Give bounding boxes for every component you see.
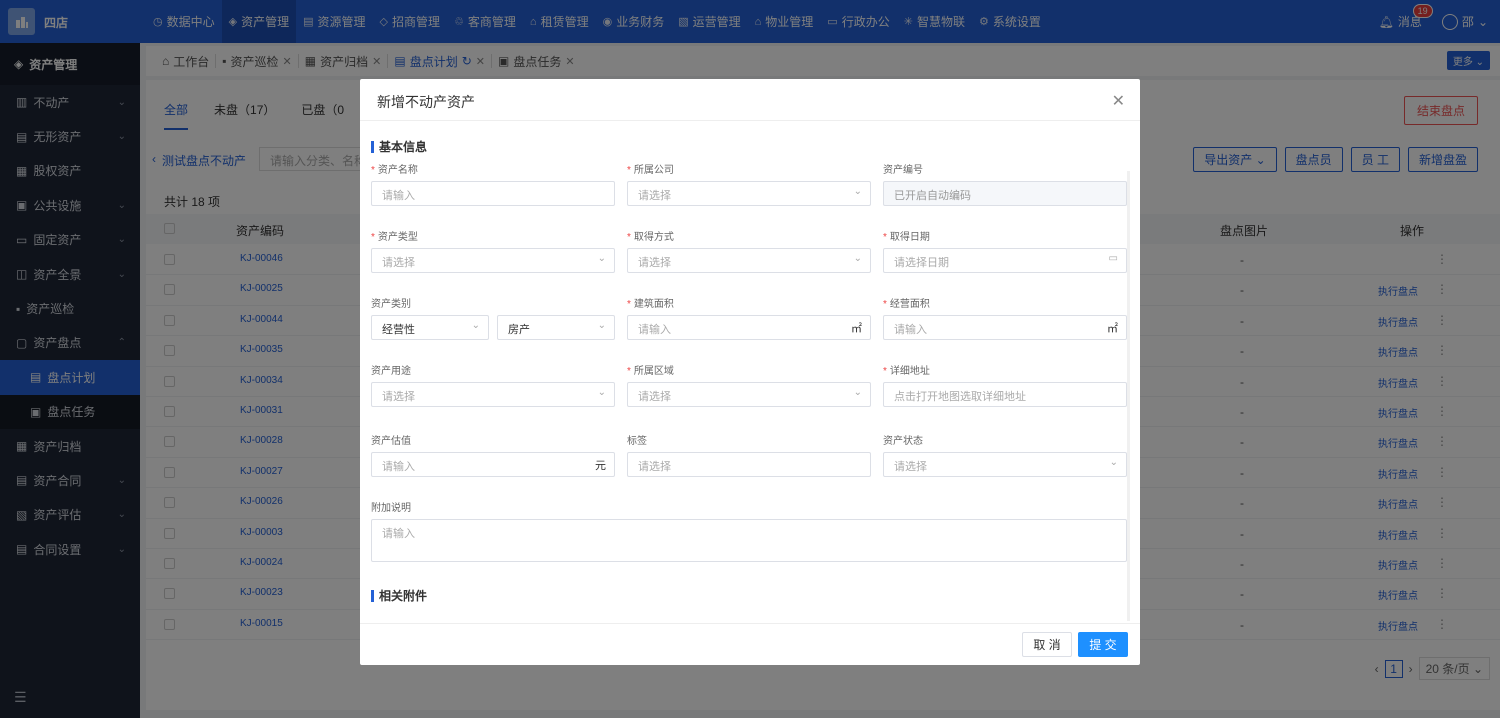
asset-code-input: 已开启自动编码 xyxy=(883,181,1127,206)
field-label: * 资产类型 xyxy=(371,232,418,243)
chevron-down-icon: ⌄ xyxy=(597,387,606,398)
asset-status-select[interactable]: 请选择 ⌄ xyxy=(883,452,1127,477)
field-label: * 所属公司 xyxy=(627,165,674,176)
acquire-method-select[interactable]: 请选择 ⌄ xyxy=(627,248,871,273)
section-basic-info: 基本信息 xyxy=(371,138,427,155)
field-label: * 资产名称 xyxy=(371,165,418,176)
divider xyxy=(360,623,1140,624)
field-label: 标签 xyxy=(627,436,647,447)
asset-category-select[interactable]: 经营性 ⌄ xyxy=(371,315,489,340)
field-label: * 经营面积 xyxy=(883,299,930,310)
chevron-down-icon: ⌄ xyxy=(853,387,862,398)
operating-area-input[interactable]: 请输入㎡ xyxy=(883,315,1127,340)
field-label: * 取得方式 xyxy=(627,232,674,243)
submit-button[interactable]: 提 交 xyxy=(1078,632,1128,657)
field-label: * 详细地址 xyxy=(883,366,930,377)
asset-usage-select[interactable]: 请选择 ⌄ xyxy=(371,382,615,407)
region-select[interactable]: 请选择 ⌄ xyxy=(627,382,871,407)
chevron-down-icon: ⌄ xyxy=(853,253,862,264)
field-label: 附加说明 xyxy=(371,503,411,514)
section-title: 基本信息 xyxy=(379,140,428,154)
section-marker xyxy=(371,140,374,153)
chevron-down-icon: ⌄ xyxy=(1109,457,1118,468)
building-area-input[interactable]: 请输入㎡ xyxy=(627,315,871,340)
chevron-down-icon: ⌄ xyxy=(597,320,606,331)
field-label: 资产编号 xyxy=(883,165,923,176)
field-label: * 所属区域 xyxy=(627,366,674,377)
field-label: * 建筑面积 xyxy=(627,299,674,310)
field-label: 资产类别 xyxy=(371,299,411,310)
calendar-icon: ▭ xyxy=(1108,253,1118,264)
company-select[interactable]: 请选择 ⌄ xyxy=(627,181,871,206)
modal-body: 基本信息 * 资产名称 请输入 * 所属公司 请选择 ⌄ 资产编号 已开启自动编码 *… xyxy=(360,121,1140,621)
chevron-down-icon: ⌄ xyxy=(471,320,480,331)
section-attachments: 相关附件 xyxy=(371,587,427,604)
cancel-button[interactable]: 取 消 xyxy=(1022,632,1072,657)
tags-select[interactable]: 请选择 xyxy=(627,452,871,477)
field-label: 资产用途 xyxy=(371,366,411,377)
asset-name-input[interactable]: 请输入 xyxy=(371,181,615,206)
field-label: 资产状态 xyxy=(883,436,923,447)
section-marker xyxy=(371,589,374,602)
note-textarea[interactable]: 请输入 xyxy=(371,519,1127,562)
address-input[interactable]: 点击打开地图选取详细地址 xyxy=(883,382,1127,407)
acquire-date-picker[interactable]: 请选择日期 ▭ xyxy=(883,248,1127,273)
valuation-input[interactable]: 请输入元 xyxy=(371,452,615,477)
chevron-down-icon: ⌄ xyxy=(853,186,862,197)
modal-scrollbar[interactable] xyxy=(1127,171,1130,621)
asset-type-select[interactable]: 请选择 ⌄ xyxy=(371,248,615,273)
field-label: * 取得日期 xyxy=(883,232,930,243)
add-asset-modal: 新增不动产资产 ✕ 基本信息 * 资产名称 请输入 * 所属公司 请选择 ⌄ 资产编号… xyxy=(360,79,1140,665)
modal-title: 新增不动产资产 xyxy=(377,94,475,110)
close-icon[interactable]: ✕ xyxy=(1112,91,1125,111)
chevron-down-icon: ⌄ xyxy=(597,253,606,264)
field-label: 资产估值 xyxy=(371,436,411,447)
asset-subcategory-select[interactable]: 房产 ⌄ xyxy=(497,315,615,340)
section-title: 相关附件 xyxy=(379,589,428,603)
